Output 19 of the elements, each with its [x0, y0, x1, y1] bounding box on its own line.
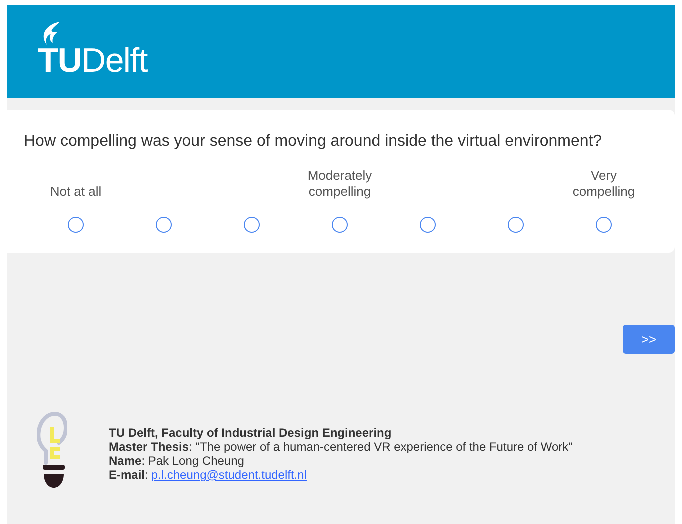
- footer-title: TU Delft, Faculty of Industrial Design Engineering: [109, 426, 393, 440]
- logo-text: TUDelft: [38, 44, 148, 78]
- email-link[interactable]: p.l.cheung@student.tudelft.nl: [151, 468, 307, 482]
- scale-label: Very compelling: [572, 168, 636, 200]
- name-line: Name: Pak Long Cheung: [109, 454, 246, 468]
- scale-label: Not at all: [49, 184, 103, 200]
- scale-label: Moderately compelling: [306, 168, 374, 200]
- thesis-line: Master Thesis: "The power of a human-centered VR experience of the Future of Work": [109, 440, 573, 454]
- next-button[interactable]: >>: [623, 325, 675, 354]
- radio-button[interactable]: [332, 217, 348, 233]
- lightbulb-icon: [37, 411, 67, 491]
- radio-button[interactable]: [244, 217, 260, 233]
- radio-button[interactable]: [596, 217, 612, 233]
- question-text: How compelling was your sense of moving around inside the virtual environment?: [23, 132, 604, 152]
- radio-button[interactable]: [420, 217, 436, 233]
- email-label: E-mail:: [109, 468, 148, 482]
- radio-button[interactable]: [68, 217, 84, 233]
- radio-button[interactable]: [508, 217, 524, 233]
- radio-button[interactable]: [156, 217, 172, 233]
